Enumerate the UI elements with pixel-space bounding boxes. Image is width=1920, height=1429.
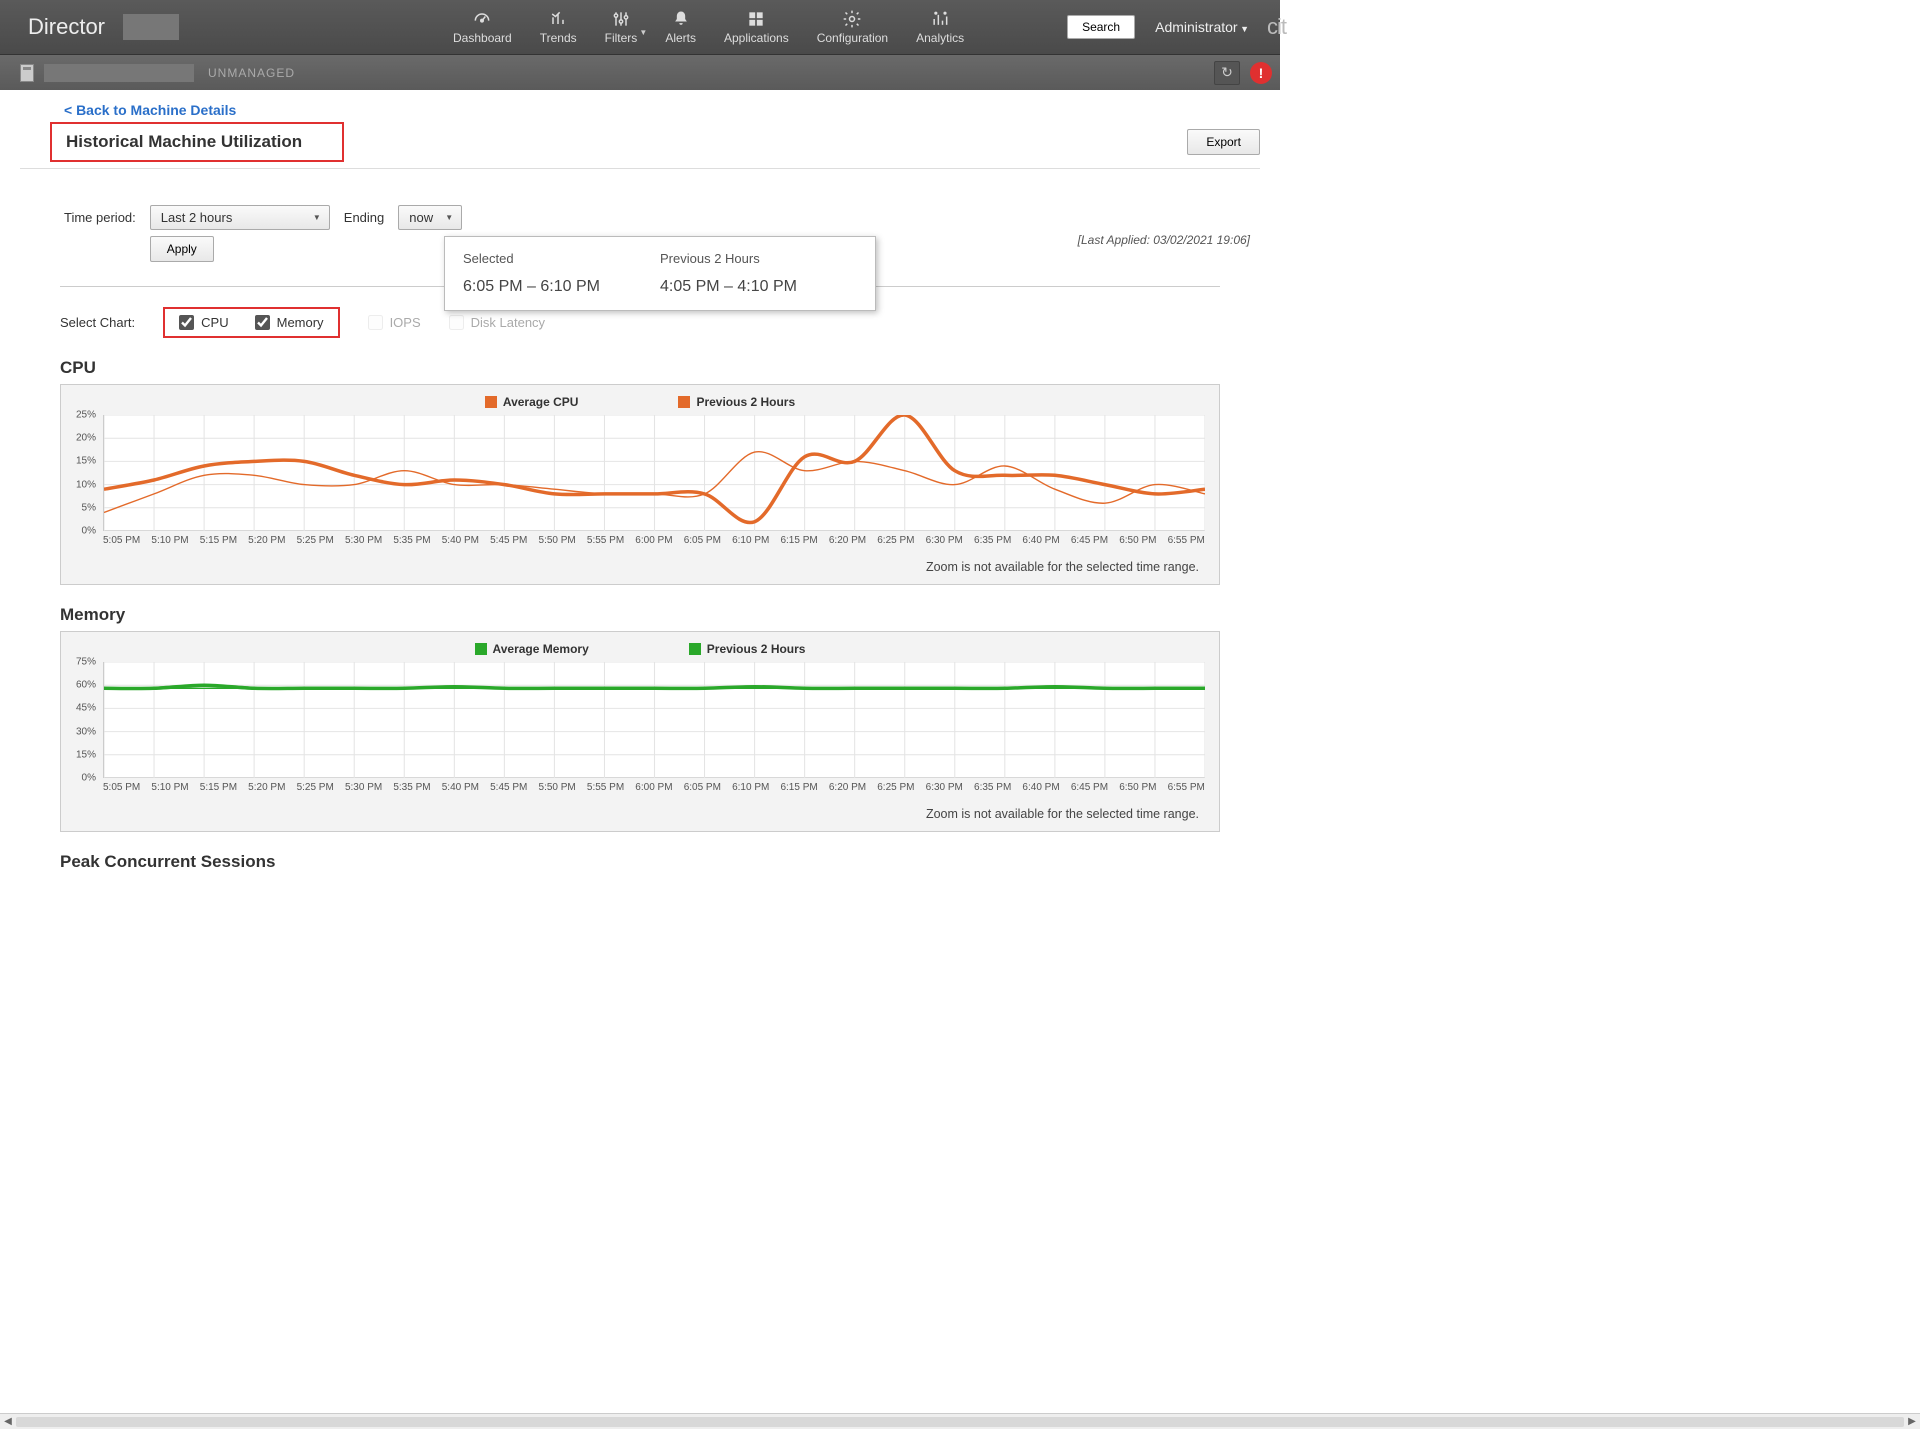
zoom-note: Zoom is not available for the selected t… — [75, 807, 1205, 821]
admin-menu[interactable]: Administrator — [1155, 19, 1249, 35]
alert-icon[interactable]: ! — [1250, 62, 1272, 84]
chk-memory[interactable]: Memory — [255, 315, 324, 330]
nav-filters[interactable]: Filters▼ — [591, 0, 652, 54]
last-applied: [Last Applied: 03/02/2021 19:06] — [1078, 205, 1260, 247]
content: < Back to Machine Details Historical Mac… — [0, 90, 1280, 936]
cobrand: cit — [1267, 14, 1286, 40]
nav-trends[interactable]: Trends — [526, 0, 591, 54]
chart-plot[interactable]: 0%15%30%45%60%75% — [103, 662, 1205, 778]
search-button[interactable]: Search — [1067, 15, 1135, 39]
chk-cpu[interactable]: CPU — [179, 315, 228, 330]
ending-select[interactable]: now — [398, 205, 462, 230]
title-highlight: Historical Machine Utilization — [50, 122, 344, 162]
time-period-label: Time period: — [64, 205, 136, 225]
machine-status: UNMANAGED — [208, 66, 295, 80]
chk-iops: IOPS — [368, 315, 421, 330]
chart-box: Average CPU Previous 2 Hours 0%5%10%15%20%… — [60, 384, 1220, 585]
legend-item: Previous 2 Hours — [689, 642, 806, 656]
peak-sessions-title: Peak Concurrent Sessions — [60, 852, 1220, 872]
nav-dashboard[interactable]: Dashboard — [439, 0, 526, 54]
ending-label: Ending — [344, 205, 384, 225]
scroll-right-icon[interactable]: ▶ — [1904, 1416, 1920, 1427]
export-button[interactable]: Export — [1187, 129, 1260, 155]
machine-name-placeholder — [44, 64, 194, 82]
logo-placeholder — [123, 14, 179, 40]
nav-items: DashboardTrendsFilters▼AlertsApplication… — [439, 0, 978, 54]
legend-item: Average Memory — [475, 642, 589, 656]
scroll-left-icon[interactable]: ◀ — [0, 1416, 16, 1427]
legend-item: Average CPU — [485, 395, 579, 409]
top-nav: Director DashboardTrendsFilters▼AlertsAp… — [0, 0, 1280, 54]
nav-configuration[interactable]: Configuration — [803, 0, 902, 54]
popup-selected-label: Selected — [463, 251, 660, 266]
popup-previous-label: Previous 2 Hours — [660, 251, 857, 266]
machine-icon — [20, 64, 34, 82]
chart-title: CPU — [60, 358, 1220, 378]
nav-alerts[interactable]: Alerts — [651, 0, 710, 54]
brand: Director — [0, 14, 119, 40]
apply-button[interactable]: Apply — [150, 236, 214, 262]
select-chart-highlight: CPU Memory — [163, 307, 339, 338]
refresh-button[interactable]: ↻ — [1214, 61, 1240, 85]
horizontal-scrollbar[interactable]: ◀ ▶ — [0, 1413, 1920, 1429]
chk-disk-latency: Disk Latency — [449, 315, 545, 330]
zoom-note: Zoom is not available for the selected t… — [75, 560, 1205, 574]
page-title: Historical Machine Utilization — [66, 132, 302, 152]
scroll-track[interactable] — [16, 1417, 1904, 1427]
context-bar: UNMANAGED ↻ ! — [0, 54, 1280, 90]
legend-item: Previous 2 Hours — [678, 395, 795, 409]
chart-title: Memory — [60, 605, 1220, 625]
chart-box: Average Memory Previous 2 Hours 0%15%30%45… — [60, 631, 1220, 832]
nav-analytics[interactable]: Analytics — [902, 0, 978, 54]
back-link[interactable]: < Back to Machine Details — [64, 102, 236, 118]
select-chart-label: Select Chart: — [60, 315, 135, 330]
nav-applications[interactable]: Applications — [710, 0, 803, 54]
chart-plot[interactable]: 0%5%10%15%20%25% — [103, 415, 1205, 531]
time-period-select[interactable]: Last 2 hours — [150, 205, 330, 230]
time-compare-popup: Selected 6:05 PM – 6:10 PM Previous 2 Ho… — [444, 236, 876, 311]
